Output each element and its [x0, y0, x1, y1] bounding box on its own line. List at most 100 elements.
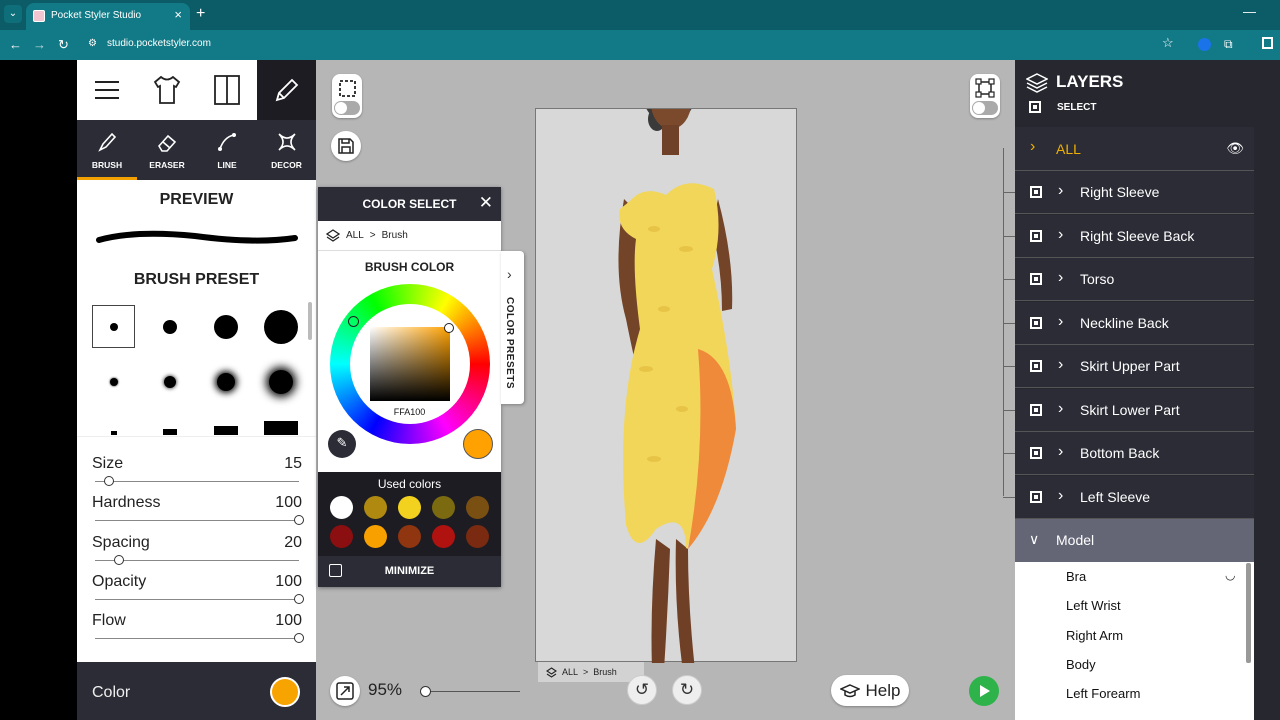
tool-brush[interactable]: BRUSH	[77, 120, 137, 180]
menu-icon[interactable]	[77, 60, 137, 120]
layer-row[interactable]: › Skirt Upper Part	[1003, 345, 1254, 388]
slider-track[interactable]	[95, 560, 299, 561]
brush-preset[interactable]	[148, 305, 191, 348]
chevron-right-icon[interactable]: ›	[1058, 400, 1063, 418]
selection-tool[interactable]	[332, 74, 362, 118]
hidden-eye-icon[interactable]: ◡	[1225, 568, 1235, 582]
spacing-slider-knob[interactable]	[114, 555, 125, 565]
browser-tab[interactable]: Pocket Styler Studio ×	[26, 3, 190, 30]
model-layer-item[interactable]: Left Wrist	[1066, 598, 1121, 613]
hue-handle[interactable]	[348, 316, 359, 327]
chevron-right-icon[interactable]: ›	[1058, 487, 1063, 505]
used-color-swatch[interactable]	[432, 496, 455, 519]
brush-preset-square[interactable]	[148, 415, 191, 435]
brush-preset-square[interactable]	[92, 415, 135, 435]
tool-decor[interactable]: DECOR	[257, 120, 316, 180]
layer-row[interactable]: › Torso	[1003, 258, 1254, 301]
new-tab-icon[interactable]: +	[196, 5, 205, 23]
chevron-right-icon[interactable]: ›	[1058, 226, 1063, 244]
bookmark-star-icon[interactable]: ☆	[1162, 35, 1174, 51]
extension-icon[interactable]	[1198, 38, 1211, 51]
layer-row-all[interactable]: › ALL 👁	[1015, 127, 1254, 171]
slider-track[interactable]	[95, 599, 299, 600]
brush-preset[interactable]	[92, 305, 135, 348]
sv-handle[interactable]	[444, 323, 454, 333]
hex-value[interactable]: FFA100	[318, 407, 501, 417]
garment-icon[interactable]	[137, 60, 197, 120]
window-minimize-icon[interactable]: —	[1243, 4, 1256, 19]
layer-checkbox[interactable]	[1030, 316, 1042, 329]
pattern-book-icon[interactable]	[197, 60, 257, 120]
selected-color-swatch[interactable]	[463, 429, 493, 459]
side-panel-icon[interactable]	[1262, 37, 1273, 49]
layer-row-model[interactable]: ∨ Model	[1015, 519, 1254, 562]
popup-breadcrumb[interactable]: ALL > Brush	[318, 221, 501, 251]
layer-checkbox[interactable]	[1030, 273, 1042, 285]
used-color-swatch[interactable]	[398, 496, 421, 519]
layer-row[interactable]: › Left Sleeve	[1003, 475, 1254, 519]
brush-preset-square[interactable]	[204, 415, 247, 435]
brush-preset[interactable]	[204, 305, 247, 348]
size-slider-knob[interactable]	[104, 476, 115, 486]
chevron-right-icon[interactable]: ›	[1058, 443, 1063, 461]
canvas-breadcrumb[interactable]: ALL > Brush	[538, 662, 644, 682]
used-color-swatch[interactable]	[330, 525, 353, 548]
url-field[interactable]: ⚙ studio.pocketstyler.com	[80, 34, 1186, 56]
layer-row[interactable]: › Skirt Lower Part	[1003, 388, 1254, 432]
current-color-swatch[interactable]	[270, 677, 300, 707]
transform-toggle[interactable]	[972, 101, 998, 115]
preset-scrollbar[interactable]	[308, 302, 312, 340]
tab-close-icon[interactable]: ×	[174, 7, 182, 22]
chevron-down-icon[interactable]: ∨	[1029, 531, 1039, 548]
used-color-swatch[interactable]	[364, 496, 387, 519]
tab-search-icon[interactable]: ⌄	[4, 5, 22, 23]
chevron-right-icon[interactable]: ›	[1058, 182, 1063, 200]
tool-line[interactable]: LINE	[197, 120, 257, 180]
brush-preset-soft[interactable]	[259, 360, 302, 403]
brush-preset[interactable]	[259, 305, 302, 348]
layer-row[interactable]: › Bottom Back	[1003, 432, 1254, 475]
back-icon[interactable]: ←	[9, 36, 22, 54]
slider-track[interactable]	[95, 638, 299, 639]
redo-button[interactable]: ↻	[672, 675, 702, 705]
chevron-right-icon[interactable]: ›	[1058, 269, 1063, 287]
layer-checkbox[interactable]	[1030, 229, 1042, 242]
hardness-slider-knob[interactable]	[294, 515, 304, 525]
undo-button[interactable]: ↺	[627, 675, 657, 705]
select-all-checkbox[interactable]	[1029, 101, 1041, 113]
saturation-value-square[interactable]	[370, 327, 450, 401]
layer-checkbox[interactable]	[1030, 490, 1042, 503]
layer-row[interactable]: › Neckline Back	[1003, 301, 1254, 345]
save-button[interactable]	[331, 131, 361, 161]
transform-tool[interactable]	[970, 74, 1000, 118]
chevron-right-icon[interactable]: ›	[1058, 356, 1063, 374]
model-layer-item[interactable]: Bra	[1066, 569, 1086, 584]
layer-checkbox[interactable]	[1030, 403, 1042, 416]
tool-eraser[interactable]: ERASER	[137, 120, 197, 180]
layers-scrollbar[interactable]	[1246, 563, 1251, 663]
model-layer-item[interactable]: Body	[1066, 657, 1096, 672]
reload-icon[interactable]: ↻	[58, 36, 69, 54]
used-color-swatch[interactable]	[398, 525, 421, 548]
opacity-slider-knob[interactable]	[294, 594, 304, 604]
minimize-button[interactable]: MINIMIZE	[318, 556, 501, 587]
zoom-slider-track[interactable]	[424, 691, 520, 692]
used-color-swatch[interactable]	[330, 496, 353, 519]
play-button[interactable]	[969, 676, 999, 706]
color-presets-tab[interactable]: › COLOR PRESETS	[501, 251, 524, 404]
extensions-puzzle-icon[interactable]: ⧉	[1224, 37, 1233, 52]
brush-preset-soft[interactable]	[92, 360, 135, 403]
chevron-right-icon[interactable]: ›	[1030, 138, 1035, 156]
brush-preset-square[interactable]	[259, 415, 302, 435]
used-color-swatch[interactable]	[432, 525, 455, 548]
forward-icon[interactable]: →	[33, 36, 46, 54]
brush-preset-soft[interactable]	[148, 360, 191, 403]
used-color-swatch[interactable]	[466, 496, 489, 519]
eyedropper-button[interactable]: ✎	[328, 430, 356, 458]
site-info-icon[interactable]: ⚙	[88, 38, 97, 49]
fit-screen-button[interactable]	[330, 676, 360, 706]
help-button[interactable]: Help	[831, 675, 909, 706]
pencil-icon[interactable]	[257, 60, 317, 120]
eye-icon[interactable]: 👁	[1226, 140, 1244, 157]
used-color-swatch[interactable]	[364, 525, 387, 548]
